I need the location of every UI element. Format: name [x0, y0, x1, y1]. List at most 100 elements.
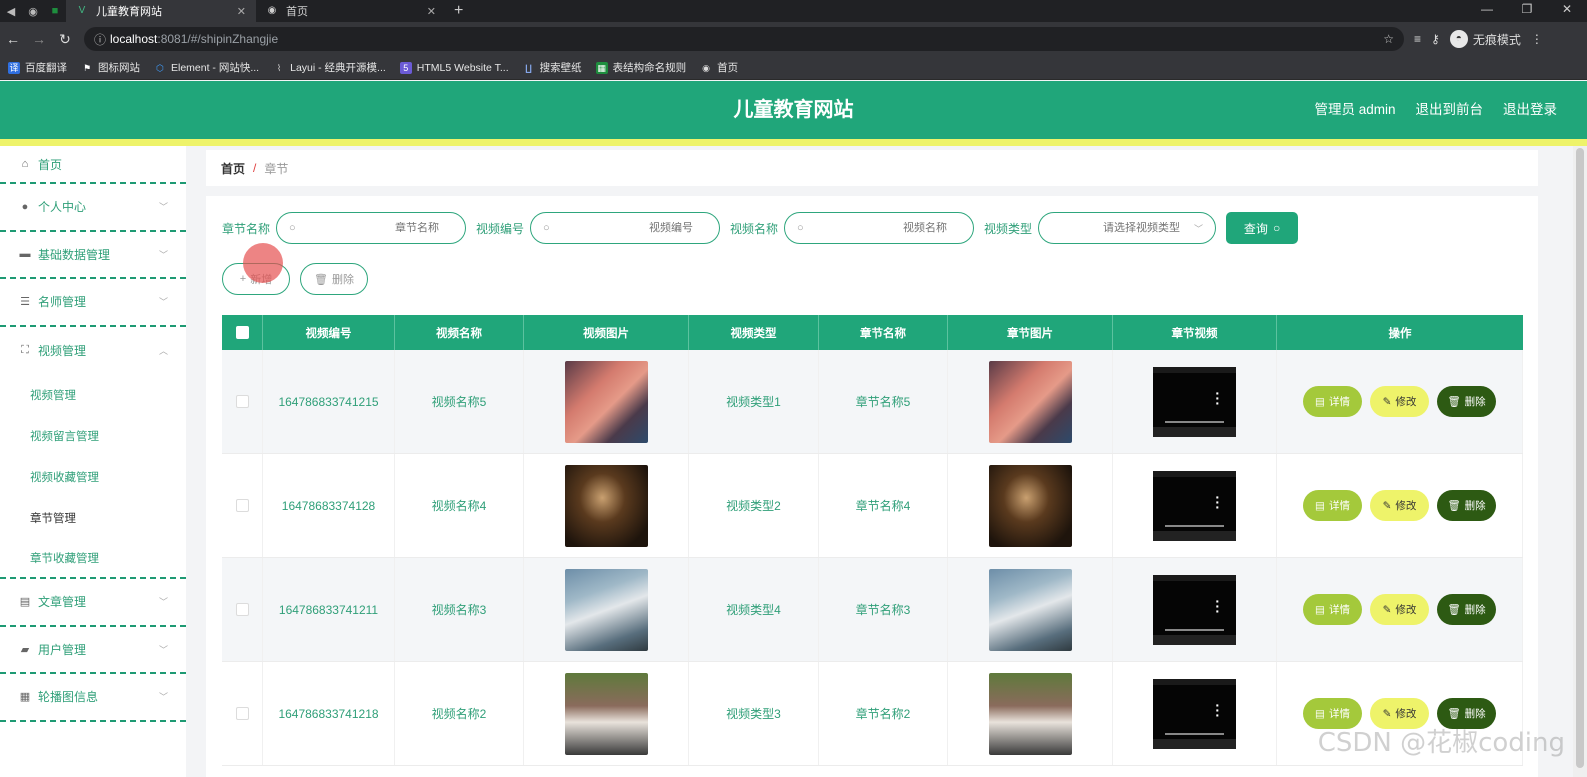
- sidebar-subitem-video-favorites[interactable]: 视频收藏管理: [0, 456, 186, 497]
- incognito-badge[interactable]: ◓ 无痕模式: [1449, 30, 1521, 48]
- sidebar-item-personal[interactable]: ● 个人中心 ﹀: [0, 184, 186, 232]
- close-window-icon[interactable]: ✕: [1547, 0, 1587, 22]
- edit-button[interactable]: ✎ 修改: [1370, 490, 1429, 521]
- browser-tab-strip: ◀ ◉ ■ V 儿童教育网站 ✕ ◉ 首页 ✕ + — ❐ ✕: [0, 0, 1587, 22]
- operations-cell: ▤ 详情 ✎ 修改 🗑 删除: [1277, 454, 1523, 557]
- page-scrollbar[interactable]: [1573, 146, 1587, 777]
- tab-home[interactable]: ◉ 首页 ✕: [256, 0, 446, 22]
- sidebar-subitem-video-comments[interactable]: 视频留言管理: [0, 415, 186, 456]
- url-host: localhost: [110, 32, 158, 46]
- sidebar-item-video[interactable]: ⛶ 视频管理 ︿: [0, 327, 186, 375]
- new-tab-icon[interactable]: +: [454, 2, 463, 20]
- chapter-image-cell: [948, 350, 1113, 453]
- expand-icon: ⛶: [21, 343, 29, 356]
- tab-title: 儿童教育网站: [96, 6, 162, 18]
- bookmark-star-icon[interactable]: ☆: [1383, 32, 1394, 46]
- back-to-front-link[interactable]: 退出到前台: [1416, 81, 1484, 139]
- select-all-checkbox[interactable]: [235, 326, 249, 339]
- video-code-cell: 164786833741215: [263, 350, 395, 453]
- more-options-icon[interactable]: · · ·: [1215, 594, 1220, 618]
- url-field[interactable]: ⓘ localhost :8081/#/shipinZhangjie ☆: [84, 27, 1404, 51]
- video-player[interactable]: · · ·: [1153, 470, 1236, 541]
- video-name-input[interactable]: [803, 222, 962, 234]
- more-options-icon[interactable]: · · ·: [1215, 386, 1220, 410]
- batch-delete-button[interactable]: 🗑 删除: [300, 263, 368, 295]
- close-icon[interactable]: ✕: [415, 5, 436, 18]
- row-checkbox[interactable]: [235, 395, 249, 408]
- delete-button[interactable]: 🗑 删除: [1437, 386, 1496, 417]
- video-player[interactable]: · · ·: [1153, 678, 1236, 749]
- bookmark-item[interactable]: ∐ 搜索壁纸: [523, 60, 581, 75]
- video-thumbnail[interactable]: [564, 568, 648, 651]
- sidebar-item-basic-data[interactable]: ▬ 基础数据管理 ﹀: [0, 232, 186, 279]
- bookmarks-bar: 译百度翻译 ⚑ 图标网站 ⬡ Element - 网站快... ⌇ Layui - 经…: [0, 56, 1587, 80]
- bookmark-item[interactable]: 译百度翻译: [8, 60, 67, 75]
- detail-button[interactable]: ▤ 详情: [1303, 594, 1362, 625]
- sidebar-item-carousel[interactable]: ▦ 轮播图信息 ﹀: [0, 674, 186, 722]
- chapter-name-input[interactable]: [295, 222, 454, 234]
- video-thumbnail[interactable]: [564, 464, 648, 547]
- sidebar-item-home[interactable]: ⌂ 首页: [0, 146, 186, 184]
- sidebar-item-users[interactable]: ▰ 用户管理 ﹀: [0, 627, 186, 674]
- scrollbar-thumb[interactable]: [1576, 148, 1584, 768]
- row-checkbox[interactable]: [235, 499, 249, 512]
- detail-button[interactable]: ▤ 详情: [1303, 490, 1362, 521]
- video-thumbnail[interactable]: [564, 360, 648, 443]
- row-checkbox[interactable]: [235, 707, 249, 720]
- forward-icon[interactable]: →: [26, 31, 52, 47]
- video-player[interactable]: · · ·: [1153, 366, 1236, 437]
- menu-icon[interactable]: ⋮: [1531, 32, 1543, 46]
- detail-button[interactable]: ▤ 详情: [1303, 386, 1362, 417]
- row-checkbox[interactable]: [235, 603, 249, 616]
- sidebar-item-articles[interactable]: ▤ 文章管理 ﹀: [0, 579, 186, 627]
- logout-link[interactable]: 退出登录: [1503, 81, 1557, 139]
- reading-list-icon[interactable]: ≡: [1414, 32, 1421, 46]
- edit-button[interactable]: ✎ 修改: [1370, 594, 1429, 625]
- minimize-icon[interactable]: —: [1467, 0, 1507, 22]
- tab-title: 首页: [286, 6, 308, 18]
- sidebar-subitem-video[interactable]: 视频管理: [0, 374, 186, 415]
- delete-button[interactable]: 🗑 删除: [1437, 490, 1496, 521]
- video-thumbnail[interactable]: [564, 672, 648, 755]
- breadcrumb-home[interactable]: 首页: [221, 160, 245, 177]
- chapter-thumbnail[interactable]: [988, 672, 1072, 755]
- chapter-name-cell: 章节名称4: [819, 454, 948, 557]
- detail-icon: ▤: [1315, 603, 1325, 616]
- bookmark-item[interactable]: ⚑ 图标网站: [81, 60, 140, 75]
- bookmark-item[interactable]: ⌇ Layui - 经典开源模...: [273, 60, 386, 75]
- chapter-thumbnail[interactable]: [988, 360, 1072, 443]
- more-options-icon[interactable]: · · ·: [1215, 698, 1220, 722]
- video-code-input[interactable]: [549, 222, 708, 234]
- query-button[interactable]: 查询 ○: [1226, 212, 1299, 244]
- bookmark-item[interactable]: 5 HTML5 Website T...: [399, 61, 509, 74]
- sheet-icon[interactable]: ■: [44, 5, 66, 17]
- video-name-label: 视频名称: [730, 221, 779, 236]
- sidebar-subitem-chapters[interactable]: 章节管理: [0, 497, 186, 538]
- video-player[interactable]: · · ·: [1153, 574, 1236, 645]
- video-type-select[interactable]: ﹀: [1038, 212, 1217, 244]
- chapter-table: 视频编号 视频名称 视频图片 视频类型 章节名称 章节图片 章节视频 操作 16…: [222, 315, 1523, 766]
- watermark: CSDN @花椒coding: [1317, 728, 1565, 758]
- edit-button[interactable]: ✎ 修改: [1370, 386, 1429, 417]
- more-options-icon[interactable]: · · ·: [1215, 490, 1220, 514]
- bookmark-item[interactable]: ◉ 首页: [700, 60, 738, 75]
- chapter-thumbnail[interactable]: [988, 464, 1072, 547]
- key-icon[interactable]: ⚷: [1431, 32, 1440, 46]
- delete-button[interactable]: 🗑 删除: [1437, 594, 1496, 625]
- sidebar-item-teachers[interactable]: ☰ 名师管理 ﹀: [0, 279, 186, 327]
- bookmark-item[interactable]: ⬡ Element - 网站快...: [154, 60, 259, 75]
- restore-icon[interactable]: ❐: [1507, 0, 1547, 22]
- chapter-thumbnail[interactable]: [988, 568, 1072, 651]
- chevron-down-icon: ﹀: [158, 644, 168, 655]
- audio-icon[interactable]: ◀: [0, 5, 22, 18]
- sidebar-subitem-chapter-favorites[interactable]: 章节收藏管理: [0, 538, 186, 579]
- close-icon[interactable]: ✕: [225, 5, 246, 18]
- tab-active[interactable]: V 儿童教育网站 ✕: [66, 0, 256, 22]
- breadcrumb-separator: /: [253, 161, 257, 175]
- video-type-select-input[interactable]: [1051, 222, 1195, 234]
- bookmark-item[interactable]: ▦ 表结构命名规则: [595, 60, 686, 75]
- globe-icon[interactable]: ◉: [22, 5, 44, 18]
- reload-icon[interactable]: ↻: [52, 31, 78, 48]
- search-form: 章节名称 ○ 视频编号 ○ 视频名称 ○ 视频类型 ﹀ 查询 ○: [222, 212, 1299, 244]
- back-icon[interactable]: ←: [0, 31, 26, 47]
